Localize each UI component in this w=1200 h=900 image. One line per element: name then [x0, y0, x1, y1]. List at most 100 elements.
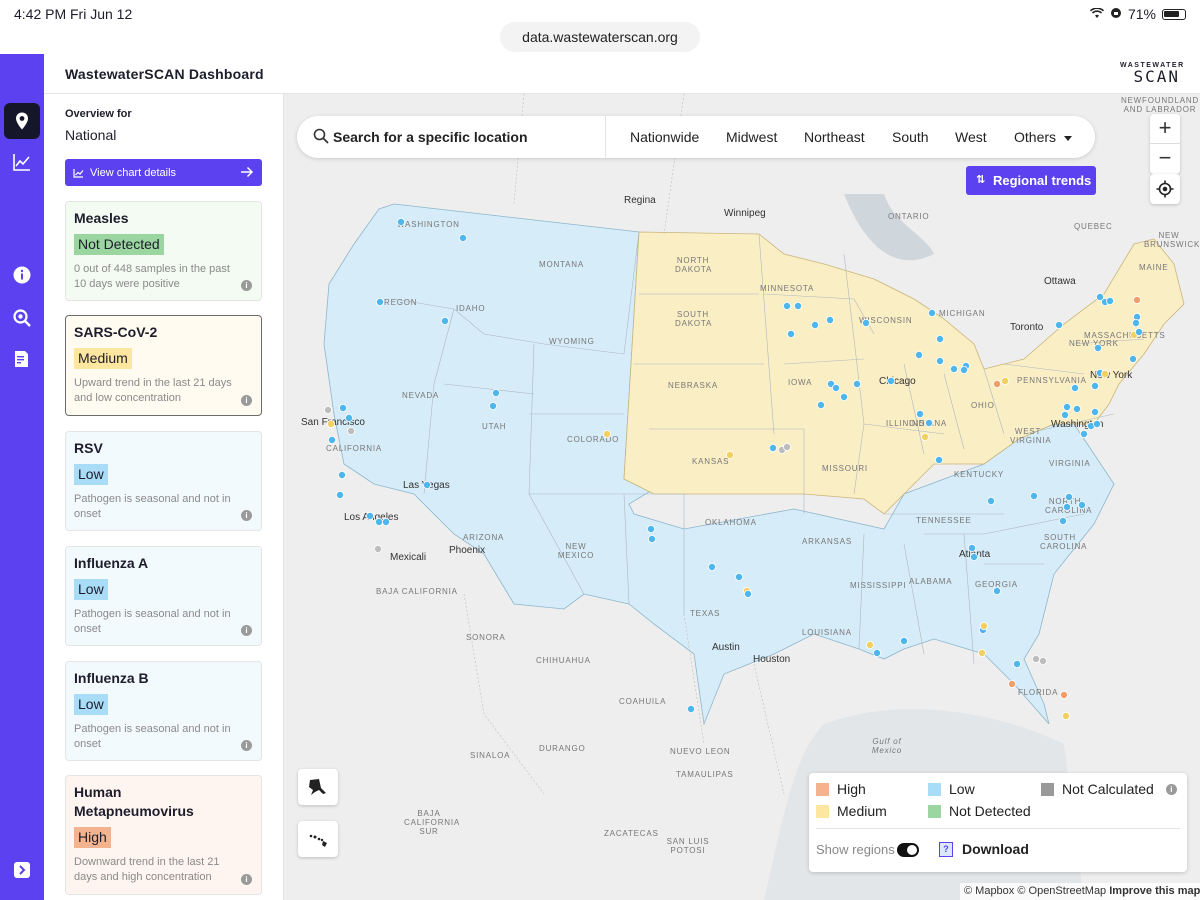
site-marker[interactable]	[936, 334, 945, 343]
site-marker[interactable]	[382, 517, 391, 526]
zoom-out-button[interactable]: −	[1150, 144, 1180, 174]
site-marker[interactable]	[817, 400, 826, 409]
site-marker[interactable]	[853, 379, 862, 388]
site-marker[interactable]	[782, 442, 791, 451]
site-marker[interactable]	[978, 649, 987, 658]
map-canvas[interactable]: WASHINGTON MONTANA OREGON IDAHO WYOMING …	[284, 94, 1200, 900]
site-marker[interactable]	[1065, 492, 1074, 501]
tab-midwest[interactable]: Midwest	[726, 129, 777, 145]
site-marker[interactable]	[826, 315, 835, 324]
site-marker[interactable]	[1013, 660, 1022, 669]
site-marker[interactable]	[686, 705, 695, 714]
site-marker[interactable]	[328, 435, 337, 444]
info-icon[interactable]: i	[241, 280, 252, 291]
site-marker[interactable]	[968, 543, 977, 552]
site-marker[interactable]	[1063, 502, 1072, 511]
site-marker[interactable]	[458, 233, 467, 242]
search-data-button[interactable]	[4, 300, 40, 336]
info-icon[interactable]: i	[241, 874, 252, 885]
site-marker[interactable]	[925, 418, 934, 427]
site-marker[interactable]	[1132, 318, 1141, 327]
info-icon[interactable]: i	[241, 510, 252, 521]
site-marker[interactable]	[440, 316, 449, 325]
site-marker[interactable]	[1032, 655, 1041, 664]
site-marker[interactable]	[366, 511, 375, 520]
site-marker[interactable]	[1133, 295, 1142, 304]
site-marker[interactable]	[375, 517, 384, 526]
site-marker[interactable]	[647, 534, 656, 543]
site-marker[interactable]	[970, 552, 979, 561]
site-marker[interactable]	[993, 586, 1002, 595]
site-marker[interactable]	[786, 329, 795, 338]
zoom-in-button[interactable]: +	[1150, 114, 1180, 144]
site-marker[interactable]	[840, 392, 849, 401]
site-marker[interactable]	[1060, 691, 1069, 700]
site-marker[interactable]	[707, 562, 716, 571]
show-regions-toggle[interactable]	[897, 843, 919, 857]
site-marker[interactable]	[980, 622, 989, 631]
site-marker[interactable]	[1080, 429, 1089, 438]
site-marker[interactable]	[921, 432, 930, 441]
site-marker[interactable]	[1071, 383, 1080, 392]
site-marker[interactable]	[1055, 320, 1064, 329]
tab-northeast[interactable]: Northeast	[804, 129, 865, 145]
info-button[interactable]	[4, 257, 40, 293]
site-marker[interactable]	[1073, 404, 1082, 413]
site-marker[interactable]	[811, 320, 820, 329]
site-marker[interactable]	[1061, 410, 1070, 419]
regional-trends-button[interactable]: ⇅ Regional trends	[966, 166, 1096, 195]
site-marker[interactable]	[1078, 500, 1087, 509]
site-marker[interactable]	[339, 403, 348, 412]
site-marker[interactable]	[1008, 680, 1017, 689]
info-icon[interactable]: i	[241, 395, 252, 406]
map-view-button[interactable]	[4, 103, 40, 139]
site-marker[interactable]	[936, 356, 945, 365]
site-marker[interactable]	[1101, 369, 1110, 378]
site-marker[interactable]	[1093, 419, 1102, 428]
site-marker[interactable]	[1094, 343, 1103, 352]
site-marker[interactable]	[1106, 296, 1115, 305]
site-marker[interactable]	[832, 383, 841, 392]
site-marker[interactable]	[950, 364, 959, 373]
url-bar[interactable]: data.wastewaterscan.org	[500, 22, 700, 52]
site-marker[interactable]	[1129, 354, 1138, 363]
locate-me-button[interactable]	[1150, 174, 1180, 204]
others-dropdown[interactable]: Others	[1014, 129, 1073, 145]
site-marker[interactable]	[646, 524, 655, 533]
site-marker[interactable]	[488, 401, 497, 410]
site-marker[interactable]	[873, 649, 882, 658]
tab-west[interactable]: West	[955, 129, 987, 145]
tab-south[interactable]: South	[892, 129, 929, 145]
alaska-inset-button[interactable]	[298, 769, 338, 805]
osm-attribution[interactable]: © OpenStreetMap	[1017, 885, 1106, 897]
site-marker[interactable]	[1135, 327, 1144, 336]
site-marker[interactable]	[345, 413, 354, 422]
site-marker[interactable]	[1063, 402, 1072, 411]
site-marker[interactable]	[887, 376, 896, 385]
site-marker[interactable]	[725, 450, 734, 459]
site-marker[interactable]	[1001, 376, 1010, 385]
notes-button[interactable]	[4, 341, 40, 377]
site-marker[interactable]	[915, 350, 924, 359]
site-marker[interactable]	[928, 308, 937, 317]
info-icon[interactable]: i	[1165, 783, 1177, 795]
site-marker[interactable]	[743, 589, 752, 598]
site-marker[interactable]	[1062, 712, 1071, 721]
site-marker[interactable]	[768, 443, 777, 452]
tab-nationwide[interactable]: Nationwide	[630, 129, 699, 145]
site-marker[interactable]	[324, 405, 333, 414]
expand-sidebar-button[interactable]	[4, 852, 40, 888]
site-marker[interactable]	[397, 218, 406, 227]
site-marker[interactable]	[987, 496, 996, 505]
chart-view-button[interactable]	[4, 144, 40, 180]
site-marker[interactable]	[491, 388, 500, 397]
site-marker[interactable]	[900, 637, 909, 646]
site-marker[interactable]	[1059, 516, 1068, 525]
site-marker[interactable]	[602, 429, 611, 438]
site-marker[interactable]	[376, 297, 385, 306]
pathogen-card-sars-cov-2[interactable]: SARS-CoV-2 Medium Upward trend in the la…	[65, 315, 262, 416]
site-marker[interactable]	[1091, 407, 1100, 416]
site-marker[interactable]	[993, 379, 1002, 388]
site-marker[interactable]	[1091, 381, 1100, 390]
search-input[interactable]: Search for a specific location	[333, 129, 528, 145]
